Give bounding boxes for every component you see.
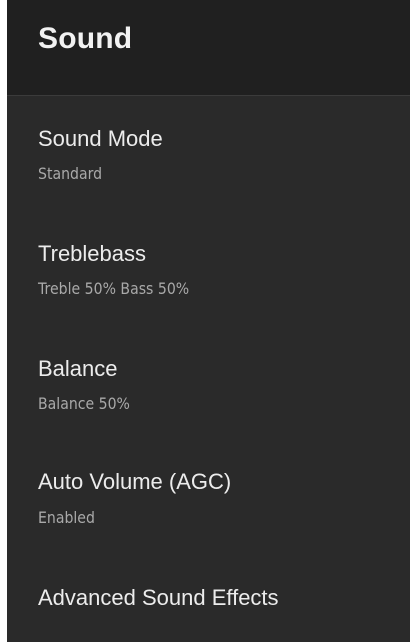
menu-item-auto-volume[interactable]: Auto Volume (AGC) Enabled [7, 455, 410, 567]
menu-item-balance[interactable]: Balance Balance 50% [7, 340, 410, 452]
menu-item-value: Standard [38, 164, 103, 183]
menu-item-value: Treble 50% Bass 50% [38, 279, 190, 298]
panel-header: Sound [7, 0, 410, 96]
page-title: Sound [38, 22, 133, 55]
menu-item-label: Balance [38, 356, 118, 381]
menu-item-treblebass[interactable]: Treblebass Treble 50% Bass 50% [7, 225, 410, 337]
menu-item-value: Enabled [38, 508, 95, 527]
menu-item-label: Auto Volume (AGC) [38, 469, 232, 494]
menu-item-label: Sound Mode [38, 126, 163, 151]
menu-item-advanced-sound-effects[interactable]: Advanced Sound Effects [7, 570, 410, 642]
menu-item-value: Balance 50% [38, 394, 130, 413]
screen-frame: Sound Sound Mode Standard Treblebass Tre… [0, 0, 413, 642]
sound-settings-panel: Sound Sound Mode Standard Treblebass Tre… [7, 0, 410, 642]
menu-item-label: Treblebass [38, 241, 147, 266]
menu-item-sound-mode[interactable]: Sound Mode Standard [7, 110, 410, 222]
menu-item-label: Advanced Sound Effects [38, 585, 279, 610]
